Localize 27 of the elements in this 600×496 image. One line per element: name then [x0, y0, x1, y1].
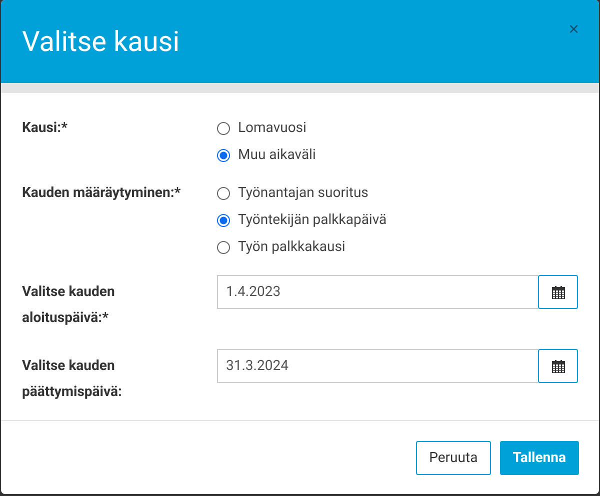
option-label: Työntekijän palkkapäivä [238, 211, 387, 230]
option-label: Muu aikaväli [238, 146, 316, 165]
field-label: Valitse kauden aloituspäivä:* [22, 283, 116, 328]
radio-button[interactable] [217, 148, 230, 162]
calendar-button[interactable] [538, 275, 578, 309]
cancel-button[interactable]: Peruuta [416, 440, 491, 474]
date-field[interactable]: 31.3.2024 [217, 349, 538, 383]
field-label: Kausi:* [22, 119, 68, 138]
radio-option[interactable]: Muu aikaväli [217, 145, 578, 165]
field-label: Valitse kauden päättymispäivä: [22, 357, 123, 402]
field-label: Kauden määräytyminen:* [22, 184, 182, 203]
option-label: Työn palkkakausi [238, 238, 346, 257]
option-label: Työnantajan suoritus [238, 184, 368, 203]
radio-button[interactable] [217, 214, 230, 226]
option-label: Lomavuosi [238, 119, 306, 138]
radio-button[interactable] [217, 240, 230, 254]
radio-option[interactable]: Työntekijän palkkapäivä [217, 210, 578, 230]
dialog-title: Valitse kausi [22, 25, 180, 58]
radio-option[interactable]: Lomavuosi [217, 118, 578, 138]
radio-option[interactable]: Työnantajan suoritus [217, 183, 578, 203]
calendar-icon [552, 360, 564, 372]
calendar-button[interactable] [538, 349, 578, 383]
calendar-icon [552, 286, 564, 298]
radio-button[interactable] [217, 122, 230, 134]
date-field[interactable]: 1.4.2023 [217, 275, 538, 309]
radio-option[interactable]: Työn palkkakausi [217, 237, 578, 257]
radio-button[interactable] [217, 186, 230, 200]
